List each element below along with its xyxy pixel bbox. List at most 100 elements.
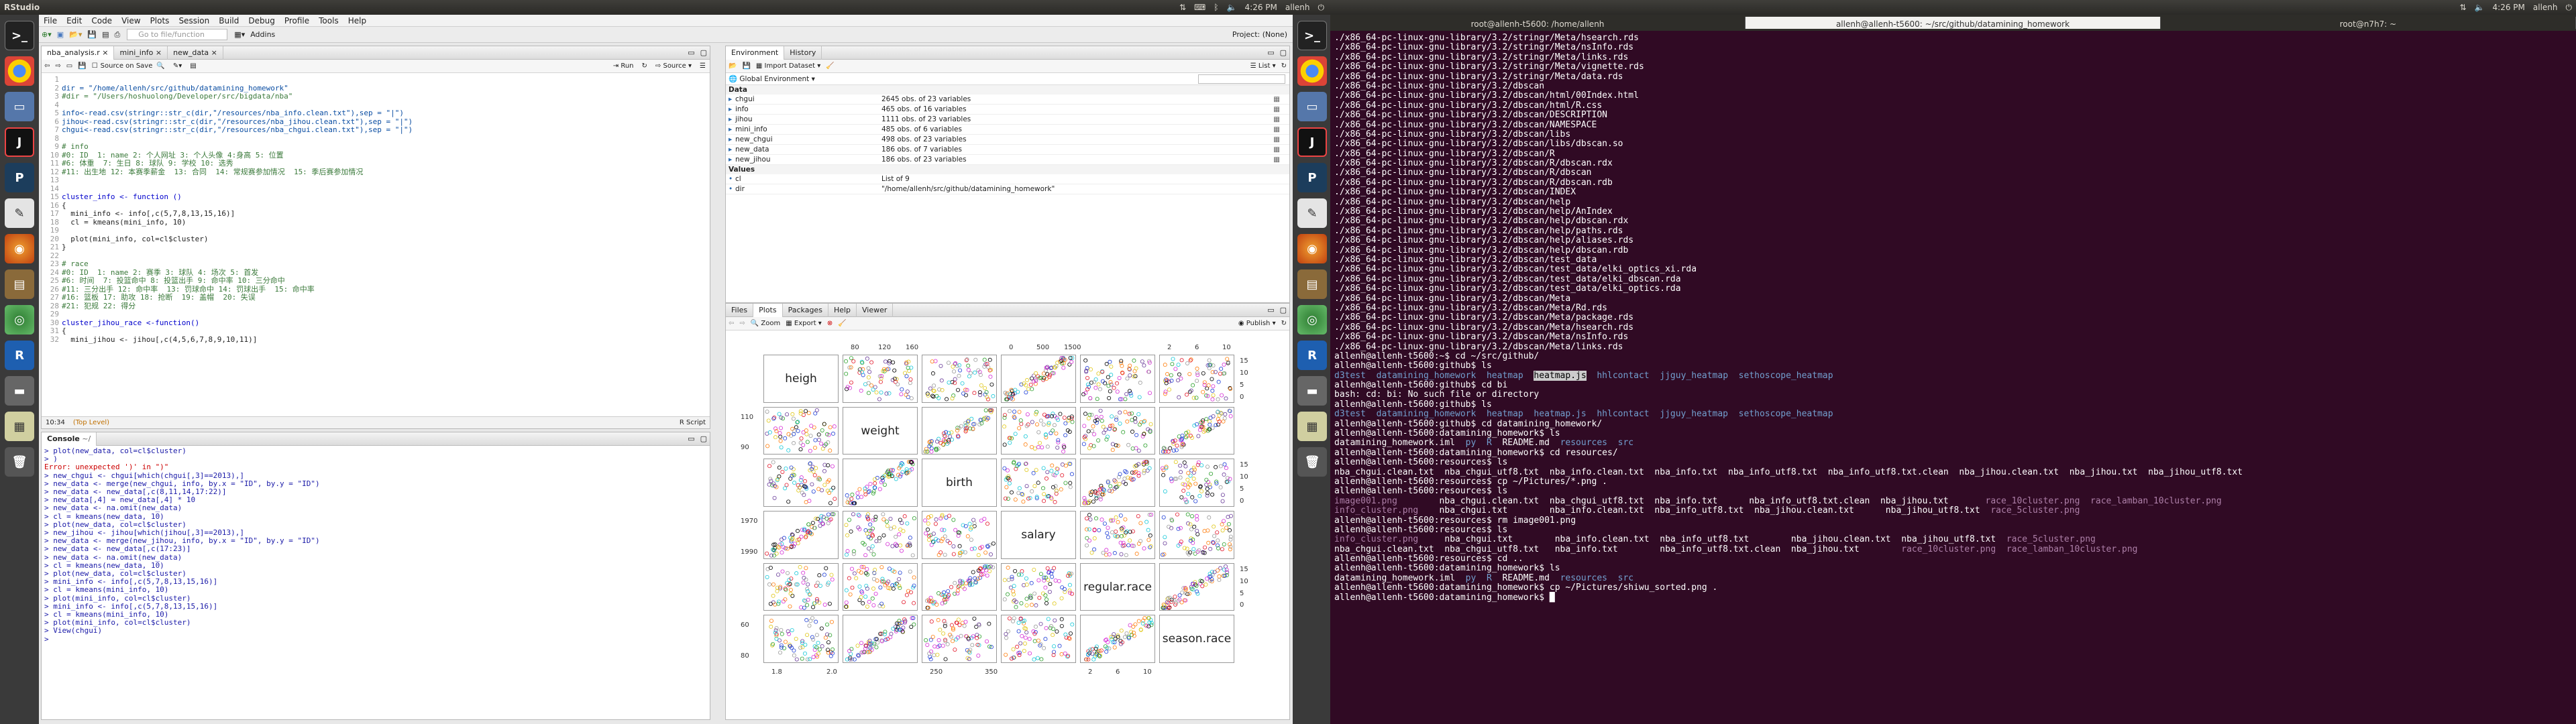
tab-new-data[interactable]: new_data × <box>168 46 223 60</box>
trash-icon[interactable]: 🗑 <box>1297 447 1327 477</box>
clear-plots-icon[interactable]: 🧹 <box>835 320 849 327</box>
tab-viewer[interactable]: Viewer <box>857 303 894 317</box>
chrome2-icon[interactable]: ◎ <box>5 305 34 335</box>
source-on-save-checkbox[interactable]: ☐ <box>89 62 101 70</box>
tab-packages[interactable]: Packages <box>783 303 828 317</box>
maximize-icon[interactable]: ▢ <box>1277 306 1289 314</box>
minimize-icon[interactable]: ▭ <box>685 434 697 443</box>
tab-history[interactable]: History <box>784 46 822 60</box>
firefox-icon[interactable]: ◉ <box>5 234 34 263</box>
bluetooth-icon[interactable]: ᛒ <box>1210 3 1222 12</box>
tab-console[interactable]: Console ~/ <box>42 432 97 446</box>
prev-plot-icon[interactable]: ⇦ <box>726 320 737 327</box>
env-row[interactable]: ▸ chgui 2645 obs. of 23 variables ▦ <box>726 95 1289 105</box>
wand-icon[interactable]: ✎▾ <box>169 62 186 70</box>
volume-icon[interactable]: 🔈 <box>1223 3 1241 12</box>
open-file-icon[interactable]: 📂▾ <box>66 30 85 39</box>
editor-icon[interactable]: ✎ <box>5 198 34 228</box>
source-button[interactable]: ⇨ Source ▾ <box>651 62 696 70</box>
tab-plots[interactable]: Plots <box>753 303 783 317</box>
notes-icon[interactable]: ▦ <box>1297 412 1327 441</box>
view-data-icon[interactable]: ▦ <box>1273 105 1289 113</box>
broom-icon[interactable]: 🧹 <box>823 62 837 70</box>
menu-help[interactable]: Help <box>343 16 371 25</box>
expand-icon[interactable]: ▸ <box>726 115 735 123</box>
remove-plot-icon[interactable]: ⊗ <box>824 320 835 327</box>
search-icon[interactable]: 🔍 <box>152 62 168 70</box>
save-workspace-icon[interactable]: 💾 <box>739 62 753 70</box>
maximize-icon[interactable]: ▢ <box>698 48 710 57</box>
chrome2-icon[interactable]: ◎ <box>1297 305 1327 335</box>
firefox-icon[interactable]: ◉ <box>1297 234 1327 263</box>
console-output[interactable]: > plot(new_data, col=cl$cluster) > ) Error… <box>44 447 710 719</box>
expand-icon[interactable]: ▸ <box>726 105 735 113</box>
forward-icon[interactable]: ⇨ <box>52 62 63 70</box>
files-icon[interactable]: ▤ <box>5 269 34 299</box>
env-row[interactable]: ▸ new_data 186 obs. of 7 variables ▦ <box>726 145 1289 155</box>
view-data-icon[interactable]: ▦ <box>1273 125 1289 133</box>
terminal-icon[interactable]: >_ <box>1297 21 1327 50</box>
tab-environment[interactable]: Environment <box>726 46 785 60</box>
menu-session[interactable]: Session <box>174 16 214 25</box>
outline-icon[interactable]: ☰ <box>696 62 710 70</box>
tab-files[interactable]: Files <box>726 303 754 317</box>
keyboard-icon[interactable]: ⌨ <box>1190 3 1210 12</box>
code-area[interactable]: 1 2 dir = "/home/allenh/src/github/datamin… <box>42 74 710 416</box>
pycharm-icon[interactable]: P <box>5 163 34 192</box>
next-plot-icon[interactable]: ⇨ <box>737 320 747 327</box>
expand-icon[interactable]: ▸ <box>726 95 735 103</box>
r-icon[interactable]: R <box>5 341 34 370</box>
volume-icon-right[interactable]: 🔈 <box>2471 3 2489 12</box>
tab-mini-info[interactable]: mini_info × <box>114 46 168 60</box>
env-row[interactable]: ▸ new_jihou 186 obs. of 23 variables ▦ <box>726 155 1289 165</box>
env-row[interactable]: ▸ info 465 obs. of 16 variables ▦ <box>726 105 1289 115</box>
minimize-icon[interactable]: ▭ <box>685 48 697 57</box>
minimize-icon[interactable]: ▭ <box>1265 48 1277 57</box>
file-type[interactable]: R Script <box>676 419 710 426</box>
user-name[interactable]: allenh <box>1281 3 1314 12</box>
expand-icon[interactable]: ▸ <box>726 156 735 164</box>
tab-nba-analysis[interactable]: nba_analysis.r × <box>42 46 115 60</box>
screen-icon[interactable]: ▭ <box>1297 92 1327 121</box>
expand-icon[interactable]: ▸ <box>726 135 735 143</box>
menu-build[interactable]: Build <box>214 16 244 25</box>
disk-icon[interactable]: ▬ <box>1297 376 1327 406</box>
goto-file-input[interactable]: Go to file/function <box>127 29 228 40</box>
new-file-icon[interactable]: ⊕▾ <box>39 30 54 39</box>
menu-code[interactable]: Code <box>87 16 117 25</box>
menu-file[interactable]: File <box>39 16 62 25</box>
view-data-icon[interactable]: ▦ <box>1273 145 1289 154</box>
view-data-icon[interactable]: ▦ <box>1273 135 1289 143</box>
open-project-icon[interactable]: ▣ <box>54 30 66 39</box>
export-button[interactable]: ▦ Export ▾ <box>783 320 824 327</box>
menu-profile[interactable]: Profile <box>280 16 314 25</box>
rerun-icon[interactable]: ↻ <box>638 62 651 70</box>
env-row[interactable]: • dir "/home/allenh/src/github/datamining_… <box>726 184 1289 194</box>
env-row[interactable]: • cl List of 9 <box>726 174 1289 184</box>
save-icon[interactable]: 💾 <box>85 30 99 39</box>
show-in-window-icon[interactable]: ▭ <box>64 62 75 70</box>
jetbrains-icon[interactable]: J <box>1297 127 1327 157</box>
run-button[interactable]: ⇥ Run <box>609 62 638 70</box>
terminal-icon[interactable]: >_ <box>5 21 34 50</box>
jetbrains-icon[interactable]: J <box>5 127 34 157</box>
network-icon[interactable]: ⇅ <box>1175 3 1190 12</box>
value-icon[interactable]: • <box>726 175 735 183</box>
import-dataset-button[interactable]: ▦ Import Dataset ▾ <box>753 62 823 70</box>
screen-icon[interactable]: ▭ <box>5 92 34 121</box>
menu-debug[interactable]: Debug <box>244 16 279 25</box>
menu-tools[interactable]: Tools <box>314 16 343 25</box>
project-menu[interactable]: Project: (None) <box>1227 30 1293 39</box>
env-row[interactable]: ▸ jihou 1111 obs. of 23 variables ▦ <box>726 115 1289 125</box>
zoom-button[interactable]: 🔍 Zoom <box>748 320 783 327</box>
refresh-icon[interactable]: ↻ <box>1279 62 1289 70</box>
refresh-plot-icon[interactable]: ↻ <box>1279 320 1289 327</box>
editor-icon[interactable]: ✎ <box>1297 198 1327 228</box>
chrome-icon[interactable] <box>1297 56 1327 86</box>
env-row[interactable]: ▸ mini_info 485 obs. of 6 variables ▦ <box>726 125 1289 135</box>
maximize-icon[interactable]: ▢ <box>1277 48 1289 57</box>
back-icon[interactable]: ⇦ <box>42 62 52 70</box>
publish-button[interactable]: ◉ Publish ▾ <box>1236 320 1279 327</box>
r-icon[interactable]: R <box>1297 341 1327 370</box>
terminal-output[interactable]: ./x86_64-pc-linux-gnu-library/3.2/string… <box>1330 31 2576 724</box>
